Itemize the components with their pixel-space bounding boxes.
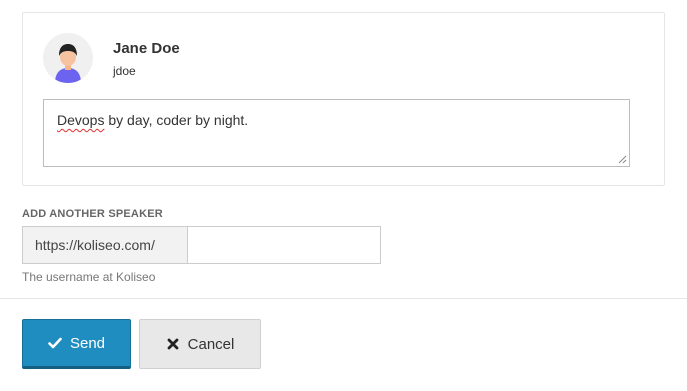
cancel-button[interactable]: Cancel xyxy=(139,319,261,369)
avatar xyxy=(43,33,93,83)
send-button[interactable]: Send xyxy=(22,319,131,369)
divider xyxy=(0,298,687,299)
bio-textarea[interactable]: Devops by day, coder by night. xyxy=(43,99,630,167)
speaker-username-input[interactable] xyxy=(187,226,381,264)
username-help-text: The username at Koliseo xyxy=(22,270,156,284)
resize-handle-icon[interactable] xyxy=(618,155,627,164)
send-label: Send xyxy=(69,334,106,352)
speaker-card: Jane Doe jdoe Devops by day, coder by ni… xyxy=(22,12,665,186)
bio-first-word: Devops xyxy=(57,112,105,128)
add-speaker-label: ADD ANOTHER SPEAKER xyxy=(22,208,163,220)
cancel-label: Cancel xyxy=(187,335,235,353)
speaker-name: Jane Doe xyxy=(113,40,180,57)
speaker-username: jdoe xyxy=(113,64,136,78)
bio-text: by day, coder by night. xyxy=(104,112,249,128)
url-prefix-addon: https://koliseo.com/ xyxy=(22,226,187,264)
speaker-input-group: https://koliseo.com/ xyxy=(22,226,381,264)
check-icon xyxy=(48,337,62,349)
close-icon xyxy=(167,338,179,350)
avatar-icon xyxy=(43,33,93,83)
